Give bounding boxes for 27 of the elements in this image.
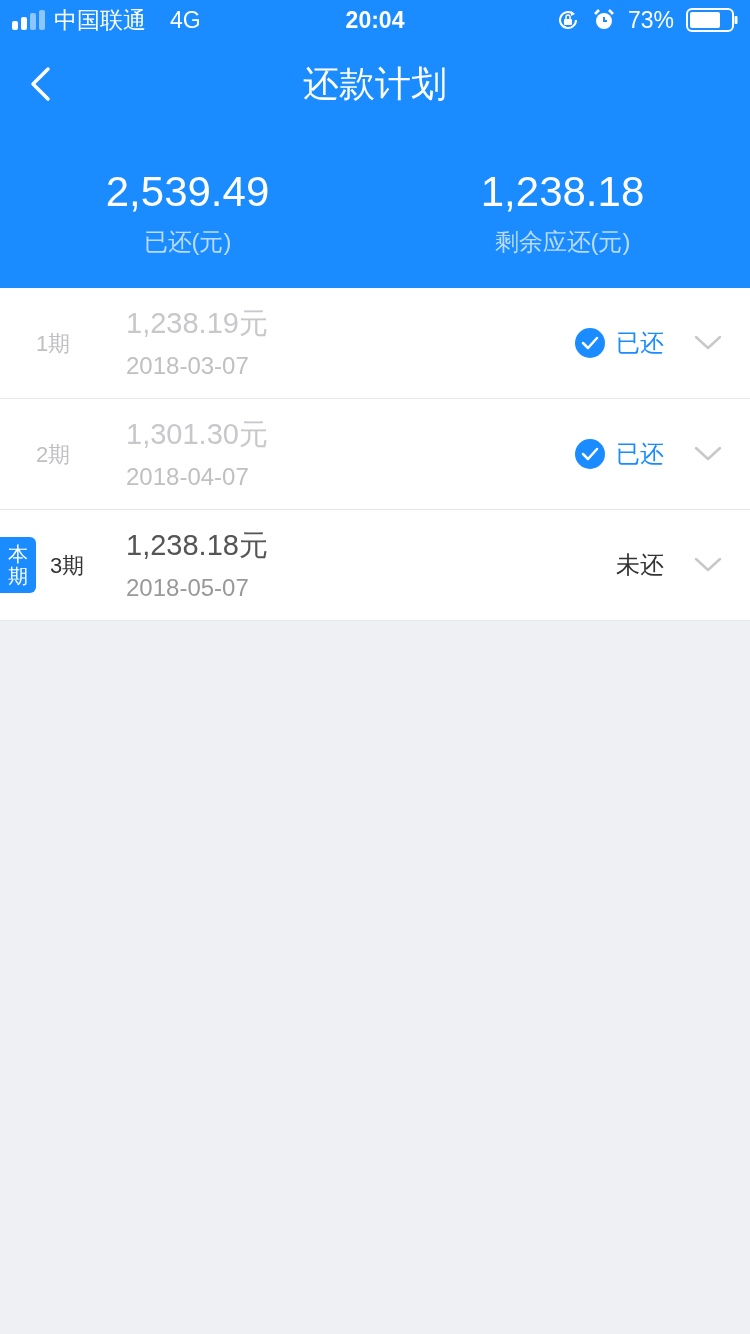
due-date: 2018-05-07 <box>126 572 250 603</box>
chevron-down-icon <box>694 557 722 573</box>
network-type: 4G <box>170 5 201 35</box>
summary-label: 已还(元) <box>143 227 232 257</box>
chevron-down-icon <box>694 446 722 462</box>
battery-icon <box>686 8 738 32</box>
back-icon <box>29 66 51 102</box>
chevron-down-icon <box>694 335 722 351</box>
period-label: 3期 <box>50 551 85 580</box>
payment-status: 未还 <box>616 550 664 580</box>
payment-status: 已还 <box>616 328 664 358</box>
period-label: 1期 <box>36 329 71 358</box>
installment-row[interactable]: 本期 3期 1,238.18元 2018-05-07 未还 <box>0 510 750 621</box>
page-title: 还款计划 <box>303 62 447 106</box>
summary-amount: 1,238.18 <box>480 167 645 217</box>
clock-time: 20:04 <box>345 5 405 35</box>
summary-amount: 2,539.49 <box>105 167 270 217</box>
period-label: 2期 <box>36 440 71 469</box>
installment-amount: 1,238.18元 <box>126 528 269 564</box>
current-period-badge: 本期 <box>0 537 36 593</box>
battery-percent: 73% <box>627 5 674 35</box>
due-date: 2018-03-07 <box>126 350 250 381</box>
carrier-name: 中国联通 <box>54 5 146 35</box>
due-date: 2018-04-07 <box>126 461 250 492</box>
summary-label: 剩余应还(元) <box>494 227 631 257</box>
payment-status: 已还 <box>616 439 664 469</box>
signal-icon <box>12 10 46 30</box>
